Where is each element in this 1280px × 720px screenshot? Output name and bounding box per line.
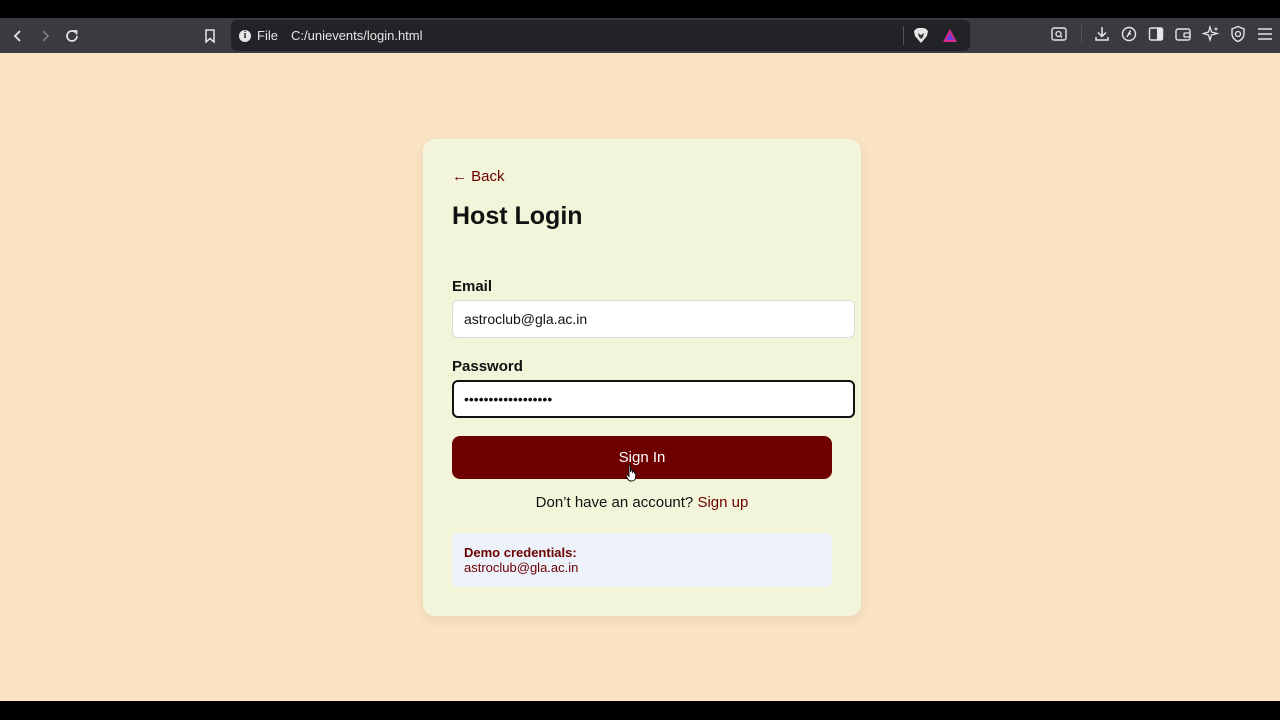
url-scheme-label: File — [257, 28, 278, 43]
page-title: Host Login — [452, 202, 583, 230]
signup-prompt: Don’t have an account? — [535, 494, 694, 511]
screen-bottom-bar — [0, 701, 1280, 720]
page-background: ← Back Host Login Email Password Sign In… — [0, 53, 1280, 701]
sidebar-icon[interactable] — [1147, 25, 1165, 43]
hand-cursor-icon — [625, 464, 637, 482]
brave-shields-icon[interactable] — [913, 27, 929, 44]
demo-credentials-title: Demo credentials: — [464, 545, 577, 560]
chevron-left-icon[interactable] — [7, 25, 29, 47]
info-icon: i — [239, 29, 251, 42]
address-bar[interactable]: i File C:/unievents/login.html — [231, 20, 970, 51]
bookmark-icon[interactable] — [199, 25, 221, 47]
login-card: ← Back Host Login Email Password Sign In… — [423, 139, 861, 616]
password-field[interactable] — [452, 380, 855, 418]
divider — [1081, 25, 1082, 42]
url-text[interactable]: C:/unievents/login.html — [291, 28, 423, 43]
screen-top-bar — [0, 0, 1280, 18]
ai-sparkle-icon[interactable] — [1201, 24, 1220, 43]
demo-credentials-box: Demo credentials: astroclub@gla.ac.in — [452, 533, 832, 587]
browser-toolbar: i File C:/unievents/login.html — [0, 18, 1280, 53]
email-label: Email — [452, 278, 493, 295]
search-tab-icon[interactable] — [1050, 25, 1068, 43]
demo-credentials-email: astroclub@gla.ac.in — [464, 560, 579, 575]
divider — [903, 26, 904, 45]
password-label: Password — [452, 358, 523, 375]
wallet-icon[interactable] — [1174, 25, 1192, 43]
signup-row: Don’t have an account? Sign up — [452, 494, 832, 511]
email-field[interactable] — [452, 300, 855, 338]
back-link[interactable]: ← Back — [452, 168, 505, 185]
sign-in-button[interactable]: Sign In — [452, 436, 832, 479]
download-icon[interactable] — [1093, 25, 1111, 43]
menu-icon[interactable] — [1256, 25, 1274, 43]
vpn-shield-icon[interactable] — [1229, 25, 1247, 43]
site-info[interactable]: i File — [239, 28, 278, 43]
brave-rewards-icon[interactable] — [942, 28, 958, 43]
chevron-right-icon[interactable] — [34, 25, 56, 47]
reload-icon[interactable] — [61, 25, 83, 47]
leo-icon[interactable] — [1120, 25, 1138, 43]
sign-up-link[interactable]: Sign up — [697, 494, 748, 511]
